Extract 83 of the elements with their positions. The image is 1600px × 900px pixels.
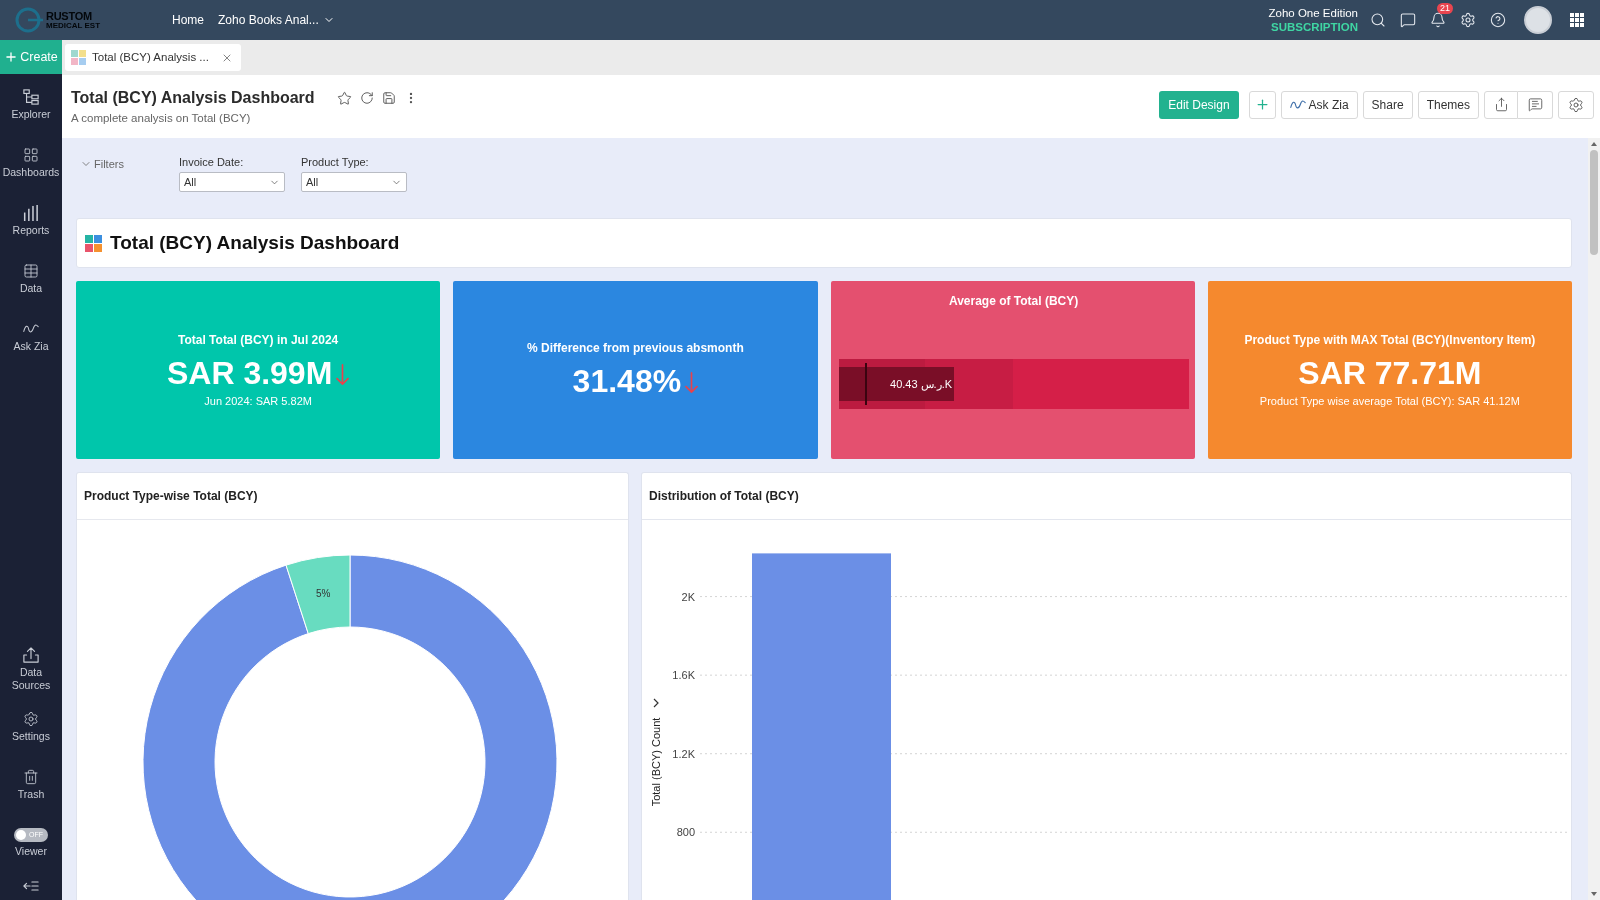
- panel-title: Total (BCY) Analysis Dashboard: [110, 230, 400, 255]
- help-icon[interactable]: [1490, 12, 1506, 28]
- sidebar-item[interactable]: Dashboards: [0, 134, 62, 192]
- bar-chart-icon: [23, 205, 39, 221]
- chart-title: Distribution of Total (BCY): [649, 488, 799, 505]
- dashboard-tab[interactable]: Total (BCY) Analysis ...: [65, 44, 241, 71]
- logo-mark-icon: [15, 7, 43, 33]
- target-marker: [865, 363, 868, 405]
- settings-button[interactable]: [1558, 90, 1594, 119]
- sidebar-item[interactable]: Reports: [0, 192, 62, 250]
- collapse-menu-icon[interactable]: [23, 881, 39, 891]
- nav-link[interactable]: Zoho Books Anal...: [218, 11, 335, 29]
- bell-icon[interactable]: [1430, 12, 1446, 28]
- kpi-title: % Difference from previous absmonth: [527, 340, 744, 356]
- subscription-label: SUBSCRIPTION: [1271, 20, 1358, 34]
- kpi-footnote: Product Type wise average Total (BCY): SAR 41.12M: [1259, 393, 1520, 408]
- notification-badge: 21: [1437, 3, 1453, 14]
- dashboard-subtitle: A complete analysis on Total (BCY): [71, 111, 252, 126]
- edition-name: Zoho One Edition: [1268, 6, 1358, 20]
- sidebar-item[interactable]: Trash: [0, 756, 62, 814]
- scrollbar[interactable]: [1588, 138, 1600, 900]
- bullet-value-label: 40.43 ر.س.K: [890, 376, 953, 393]
- grid-squares-icon: [85, 234, 102, 252]
- slice-label: 5%: [316, 587, 331, 599]
- kpi-value: SAR 77.71M: [1298, 353, 1482, 392]
- tree-icon: [23, 89, 39, 105]
- kpi-value: 31.48%: [572, 361, 682, 400]
- viewer-label: Viewer: [15, 845, 47, 858]
- sidebar-item[interactable]: Data Sources: [0, 640, 62, 698]
- sidebar-item[interactable]: Settings: [0, 698, 62, 756]
- ask-zia-button[interactable]: Ask Zia: [1280, 90, 1358, 119]
- comment-icon: [1527, 97, 1543, 112]
- plus-icon: [1254, 97, 1270, 112]
- chevron-icon[interactable]: [653, 698, 659, 708]
- tab-squares-icon: [71, 50, 86, 65]
- squiggle-icon: [1289, 99, 1306, 110]
- scrollbar-thumb[interactable]: [1590, 150, 1598, 255]
- y-tick-label: 2K: [681, 590, 695, 603]
- search-icon[interactable]: [1370, 12, 1386, 28]
- toolbar-button[interactable]: Share: [1362, 90, 1413, 119]
- sidebar-item[interactable]: Explorer: [0, 76, 62, 134]
- y-tick-label: 1.6K: [672, 669, 695, 682]
- filter-select[interactable]: All: [301, 172, 407, 192]
- y-axis-label: Total (BCY) Count: [650, 717, 662, 807]
- avatar-icon[interactable]: [1524, 6, 1552, 34]
- scroll-down-icon[interactable]: [1591, 892, 1597, 896]
- kpi-title: Total Total (BCY) in Jul 2024: [178, 332, 339, 348]
- filters-toggle[interactable]: Filters: [80, 156, 179, 173]
- sidebar-item[interactable]: Ask Zia: [0, 308, 62, 366]
- plus-icon: [4, 50, 19, 64]
- export-button[interactable]: [1484, 90, 1518, 119]
- logo-name: RUSTOM: [46, 10, 92, 22]
- card-title: Average of Total (BCY): [948, 294, 1079, 309]
- share-icon: [1493, 97, 1509, 112]
- comment-button[interactable]: [1518, 90, 1553, 119]
- scroll-up-icon[interactable]: [1591, 142, 1597, 146]
- toolbar-button[interactable]: Themes: [1417, 90, 1479, 119]
- star-icon[interactable]: [336, 90, 352, 106]
- chart-title: Product Type-wise Total (BCY): [84, 488, 258, 505]
- table-icon: [23, 263, 39, 279]
- apps-grid-icon[interactable]: [1570, 13, 1584, 27]
- settings-icon: [1568, 96, 1584, 113]
- chat-icon[interactable]: [1400, 12, 1416, 28]
- filter-select[interactable]: All: [179, 172, 285, 192]
- sidebar-item[interactable]: Data: [0, 250, 62, 308]
- tray-arrow-icon: [23, 646, 39, 663]
- refresh-icon[interactable]: [359, 91, 374, 105]
- kpi-footnote: Jun 2024: SAR 5.82M: [204, 393, 312, 408]
- settings-icon[interactable]: [1460, 12, 1476, 28]
- kpi-value: SAR 3.99M: [166, 353, 333, 392]
- kpi-title: Product Type with MAX Total (BCY)(Inventory Item): [1244, 332, 1536, 348]
- y-tick-label: 800: [676, 826, 695, 839]
- save-icon[interactable]: [381, 91, 396, 105]
- grid-icon: [23, 147, 39, 163]
- settings-icon: [23, 711, 39, 727]
- y-tick-label: 1.2K: [672, 747, 695, 760]
- tab-label: Total (BCY) Analysis ...: [92, 49, 209, 65]
- filter-label: Product Type:: [301, 155, 370, 170]
- trash-icon: [23, 769, 39, 785]
- dashboard-title: Total (BCY) Analysis Dashboard: [71, 88, 315, 108]
- nav-link[interactable]: Home: [172, 11, 204, 29]
- filter-label: Invoice Date:: [179, 155, 245, 170]
- logo-tagline: MEDICAL EST: [46, 21, 101, 30]
